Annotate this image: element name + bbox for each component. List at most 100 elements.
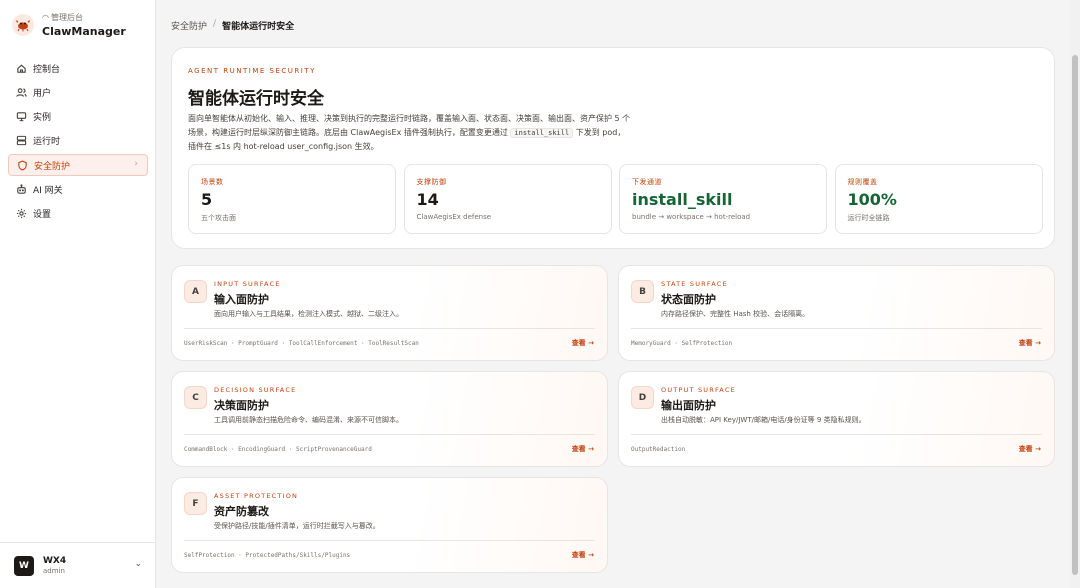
card-letter-badge: A bbox=[184, 280, 207, 303]
card-state-surface[interactable]: B STATE SURFACE 状态面防护 内存路径保护、完整性 Hash 校验… bbox=[618, 265, 1055, 361]
stat-value: install_skill bbox=[632, 190, 733, 209]
user-menu[interactable]: W WX4 admin ⌄ bbox=[0, 542, 156, 588]
stat-label: 场景数 bbox=[201, 178, 224, 186]
sidebar-item-runtime[interactable]: 运行时 bbox=[8, 130, 148, 152]
stats-row: 场景数 5 五个攻击面 支撑防御 14 ClawAegisEx defense … bbox=[188, 164, 1043, 234]
view-link[interactable]: 查看 → bbox=[572, 338, 594, 348]
sidebar-item-security[interactable]: 安全防护 › bbox=[8, 154, 148, 177]
card-eyebrow: OUTPUT SURFACE bbox=[661, 386, 736, 394]
card-title: 输入面防护 bbox=[214, 293, 269, 306]
user-name: WX4 bbox=[43, 556, 67, 566]
card-tags: SelfProtection · ProtectedPaths/Skills/P… bbox=[184, 552, 351, 559]
sidebar-item-label: 实例 bbox=[33, 113, 52, 124]
view-link[interactable]: 查看 → bbox=[1019, 444, 1041, 454]
card-tags: UserRiskScan · PromptGuard · ToolCallEnf… bbox=[184, 340, 419, 347]
sidebar-nav: 控制台 用户 实例 运行时 安全防护 › AI 网关 设置 bbox=[8, 57, 148, 227]
brand-subtitle: ◠ 管理后台 bbox=[42, 13, 83, 22]
brand[interactable]: ◠ 管理后台 ClawManager bbox=[12, 12, 126, 38]
card-description: 面向用户输入与工具结果，检测注入模式、越狱、二级注入。 bbox=[214, 310, 403, 318]
card-asset-protection[interactable]: F ASSET PROTECTION 资产防篡改 受保护路径/技能/插件清单，运… bbox=[171, 477, 608, 573]
breadcrumb-parent[interactable]: 安全防护 bbox=[171, 19, 207, 32]
card-title: 状态面防护 bbox=[661, 293, 716, 306]
view-link[interactable]: 查看 → bbox=[572, 550, 594, 560]
view-link[interactable]: 查看 → bbox=[1019, 338, 1041, 348]
card-divider bbox=[631, 434, 1042, 435]
card-divider bbox=[184, 540, 595, 541]
sidebar-item-label: 安全防护 bbox=[34, 161, 71, 172]
gear-icon bbox=[15, 208, 27, 220]
card-description: 内存路径保护、完整性 Hash 校验、会话隔离。 bbox=[661, 310, 810, 318]
sidebar-item-label: 用户 bbox=[33, 88, 52, 99]
card-input-surface[interactable]: A INPUT SURFACE 输入面防护 面向用户输入与工具结果，检测注入模式… bbox=[171, 265, 608, 361]
card-divider bbox=[184, 328, 595, 329]
card-letter-badge: B bbox=[631, 280, 654, 303]
sidebar-item-ai-gateway[interactable]: AI 网关 bbox=[8, 178, 148, 200]
stat-value: 5 bbox=[201, 190, 213, 209]
hero-eyebrow: AGENT RUNTIME SECURITY bbox=[188, 67, 316, 75]
card-tags: OutputRedaction bbox=[631, 446, 686, 453]
stat-label: 支撑防御 bbox=[416, 178, 447, 186]
page-title: 智能体运行时安全 bbox=[188, 89, 324, 109]
card-letter-badge: F bbox=[184, 492, 207, 515]
card-divider bbox=[184, 434, 595, 435]
crab-logo-icon bbox=[12, 14, 34, 36]
stat-value: 100% bbox=[847, 190, 897, 209]
stat-subtitle: ClawAegisEx defense bbox=[416, 213, 492, 221]
sidebar-item-label: AI 网关 bbox=[33, 185, 63, 196]
breadcrumb-current: 智能体运行时安全 bbox=[222, 22, 295, 32]
stat-subtitle: bundle → workspace → hot-reload bbox=[632, 213, 751, 221]
breadcrumb-separator: / bbox=[213, 19, 217, 29]
card-eyebrow: STATE SURFACE bbox=[661, 280, 728, 288]
card-description: 工具调用前静态扫描危险命令、编码混淆、来源不可信脚本。 bbox=[214, 416, 403, 424]
stat-card-defenses: 支撑防御 14 ClawAegisEx defense bbox=[403, 164, 612, 234]
scrollbar-thumb[interactable] bbox=[1072, 55, 1078, 575]
user-role: admin bbox=[43, 567, 65, 575]
shield-icon bbox=[16, 159, 28, 171]
stat-label: 规则覆盖 bbox=[847, 178, 878, 186]
view-link[interactable]: 查看 → bbox=[572, 444, 594, 454]
sidebar-item-label: 设置 bbox=[33, 210, 52, 221]
card-eyebrow: INPUT SURFACE bbox=[214, 280, 281, 288]
card-tags: CommandBlock · EncodingGuard · ScriptPro… bbox=[184, 446, 372, 453]
hero-description: 面向单智能体从初始化、输入、推理、决策到执行的完整运行时链路，覆盖输入面、状态面… bbox=[188, 114, 631, 151]
card-tags: MemoryGuard · SelfProtection bbox=[631, 340, 733, 347]
card-title: 输出面防护 bbox=[661, 399, 716, 412]
sidebar-item-dashboard[interactable]: 控制台 bbox=[8, 57, 148, 79]
sidebar-item-label: 运行时 bbox=[33, 137, 61, 148]
stat-subtitle: 运行时全链路 bbox=[847, 214, 890, 222]
card-divider bbox=[631, 328, 1042, 329]
chevron-down-icon: ⌄ bbox=[134, 559, 142, 569]
stat-card-scenarios: 场景数 5 五个攻击面 bbox=[188, 164, 396, 234]
breadcrumb: 安全防护 / 智能体运行时安全 bbox=[171, 19, 294, 32]
stat-card-coverage: 规则覆盖 100% 运行时全链路 bbox=[834, 164, 1043, 234]
gauge-icon: ◠ bbox=[42, 13, 49, 22]
sidebar-item-instances[interactable]: 实例 bbox=[8, 106, 148, 128]
chevron-right-icon: › bbox=[134, 159, 138, 170]
brand-name: ClawManager bbox=[42, 25, 126, 38]
sidebar-item-settings[interactable]: 设置 bbox=[8, 203, 148, 225]
avatar: W bbox=[14, 555, 34, 576]
sidebar-item-users[interactable]: 用户 bbox=[8, 81, 148, 103]
card-description: 出栈自动脱敏：API Key/JWT/邮箱/电话/身份证等 9 类隐私规则。 bbox=[661, 416, 866, 424]
home-icon bbox=[15, 62, 27, 74]
install-skill-code: install_skill bbox=[510, 128, 574, 138]
stat-value: 14 bbox=[416, 190, 439, 209]
page-scrollbar[interactable] bbox=[1070, 0, 1080, 588]
main-content: 安全防护 / 智能体运行时安全 AGENT RUNTIME SECURITY 智… bbox=[156, 0, 1070, 588]
stat-card-channel: 下发通道 install_skill bundle → workspace → … bbox=[619, 164, 827, 234]
card-title: 资产防篡改 bbox=[214, 505, 269, 518]
server-icon bbox=[15, 135, 27, 147]
card-letter-badge: D bbox=[631, 386, 654, 409]
card-eyebrow: DECISION SURFACE bbox=[214, 386, 297, 394]
card-output-surface[interactable]: D OUTPUT SURFACE 输出面防护 出栈自动脱敏：API Key/JW… bbox=[618, 371, 1055, 467]
stat-subtitle: 五个攻击面 bbox=[201, 214, 236, 222]
sidebar-item-label: 控制台 bbox=[33, 64, 61, 75]
sidebar: ◠ 管理后台 ClawManager 控制台 用户 实例 运行时 安全防护 › … bbox=[0, 0, 156, 588]
bot-icon bbox=[15, 183, 27, 195]
card-decision-surface[interactable]: C DECISION SURFACE 决策面防护 工具调用前静态扫描危险命令、编… bbox=[171, 371, 608, 467]
card-description: 受保护路径/技能/插件清单，运行时拦截写入与篡改。 bbox=[214, 522, 380, 530]
hero-panel: AGENT RUNTIME SECURITY 智能体运行时安全 面向单智能体从初… bbox=[171, 47, 1055, 249]
monitor-icon bbox=[15, 111, 27, 123]
users-icon bbox=[15, 86, 27, 98]
card-eyebrow: ASSET PROTECTION bbox=[214, 492, 299, 500]
